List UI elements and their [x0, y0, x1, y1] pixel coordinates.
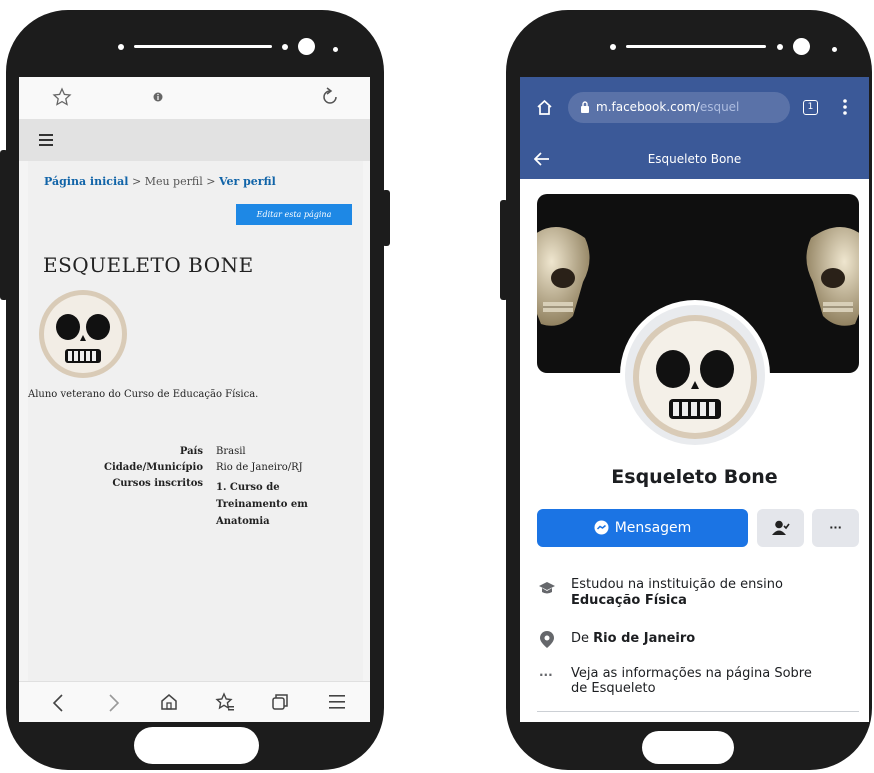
messenger-icon — [594, 520, 609, 535]
breadcrumb: Página inicial > Meu perfil > Ver perfil — [44, 175, 276, 188]
earpiece — [626, 45, 766, 48]
profile-content: Página inicial > Meu perfil > Ver perfil… — [28, 161, 363, 681]
profile-details: País Brasil Cidade/Município Rio de Jane… — [28, 444, 363, 544]
url-field[interactable]: m.facebook.com/esquel — [568, 92, 790, 123]
country-value: Brasil — [216, 446, 246, 457]
add-friend-button[interactable] — [757, 509, 804, 547]
section-divider — [537, 711, 859, 712]
back-icon[interactable] — [51, 693, 65, 713]
front-camera-dot — [118, 44, 124, 50]
left-phone-screen: Página inicial > Meu perfil > Ver perfil… — [19, 77, 370, 722]
ellipsis-icon: ··· — [539, 668, 553, 682]
education-value[interactable]: Educação Física — [571, 593, 687, 608]
more-menu-icon[interactable] — [329, 694, 345, 710]
right-phone-screen: m.facebook.com/esquel 1 Esqueleto Bone E… — [520, 77, 869, 722]
home-hardware-button[interactable] — [642, 731, 734, 764]
left-phone-side-button-right — [382, 190, 390, 246]
forward-icon[interactable] — [107, 693, 121, 713]
courses-label: Cursos inscritos — [112, 478, 203, 489]
avatar — [39, 290, 127, 378]
page-header: Esqueleto Bone — [520, 141, 869, 179]
sensor-dot — [777, 44, 783, 50]
message-button-label: Mensagem — [614, 520, 692, 536]
breadcrumb-home-link[interactable]: Página inicial — [44, 175, 128, 188]
star-icon[interactable] — [52, 87, 72, 107]
about-line1: Veja as informações na página Sobre — [571, 666, 812, 681]
city-label: Cidade/Município — [104, 462, 203, 473]
breadcrumb-separator: > — [131, 175, 142, 188]
course-link-line2: Treinamento em — [216, 499, 308, 510]
more-options-label: ··· — [829, 521, 842, 534]
education-prefix: Estudou na instituição de ensino — [571, 577, 783, 592]
city-value: Rio de Janeiro/RJ — [216, 462, 303, 473]
location-pin-icon — [540, 631, 554, 648]
skull-image-left — [537, 227, 590, 326]
lock-icon — [581, 101, 589, 113]
profile-description: Aluno veterano do Curso de Educação Físi… — [28, 389, 259, 400]
browser-top-bar — [19, 77, 370, 119]
about-text: Veja as informações na página Sobre de E… — [571, 666, 812, 696]
tab-count: 1 — [807, 102, 814, 112]
menu-icon[interactable] — [39, 134, 53, 146]
more-options-button[interactable]: ··· — [812, 509, 859, 547]
message-button[interactable]: Mensagem — [537, 509, 748, 547]
hometown-value[interactable]: Rio de Janeiro — [593, 631, 695, 646]
info-icon[interactable] — [153, 92, 163, 102]
home-icon[interactable] — [536, 99, 553, 116]
earpiece — [134, 45, 272, 48]
home-icon[interactable] — [159, 692, 179, 712]
front-camera-dot — [610, 44, 616, 50]
course-link-line1: 1. Curso de — [216, 482, 280, 493]
hometown-text: De Rio de Janeiro — [571, 631, 695, 647]
home-hardware-button[interactable] — [134, 727, 259, 764]
sensor-dot — [282, 44, 288, 50]
add-friend-icon — [772, 520, 790, 535]
skull-image-right — [806, 227, 859, 326]
browser-url-bar: m.facebook.com/esquel 1 — [520, 77, 869, 141]
url-main-text: m.facebook.com/ — [596, 100, 700, 114]
breadcrumb-view-profile[interactable]: Ver perfil — [219, 175, 276, 188]
site-nav-bar — [19, 119, 370, 161]
front-camera — [298, 38, 315, 55]
overflow-menu-icon[interactable] — [842, 98, 848, 116]
browser-bottom-bar — [19, 681, 370, 722]
course-link[interactable]: 1. Curso de Treinamento em Anatomia — [216, 479, 308, 530]
right-phone-side-button — [500, 200, 508, 300]
hometown-prefix: De — [571, 631, 590, 646]
breadcrumb-separator-2: > — [206, 175, 216, 188]
tab-count-button[interactable]: 1 — [803, 100, 818, 115]
graduation-cap-icon — [539, 582, 555, 594]
page-title: ESQUELETO BONE — [43, 253, 254, 277]
breadcrumb-my-profile[interactable]: Meu perfil — [145, 175, 203, 188]
education-text: Estudou na instituição de ensino Educaçã… — [571, 577, 783, 609]
reload-icon[interactable] — [319, 86, 341, 108]
sensor-dot-small — [832, 47, 837, 52]
tabs-icon[interactable] — [270, 692, 290, 712]
about-line2: de Esqueleto — [571, 681, 656, 696]
front-camera — [793, 38, 810, 55]
page-title: Esqueleto Bone — [647, 152, 742, 166]
bookmarks-icon[interactable] — [215, 692, 235, 712]
url-dim-text: esquel — [699, 100, 740, 114]
sensor-dot-small — [333, 47, 338, 52]
left-phone-side-button — [0, 150, 8, 300]
country-label: País — [179, 446, 203, 457]
profile-avatar[interactable] — [619, 299, 771, 451]
course-link-line3: Anatomia — [216, 516, 270, 527]
profile-name: Esqueleto Bone — [611, 466, 778, 488]
edit-page-button[interactable]: Editar esta página — [236, 204, 352, 225]
